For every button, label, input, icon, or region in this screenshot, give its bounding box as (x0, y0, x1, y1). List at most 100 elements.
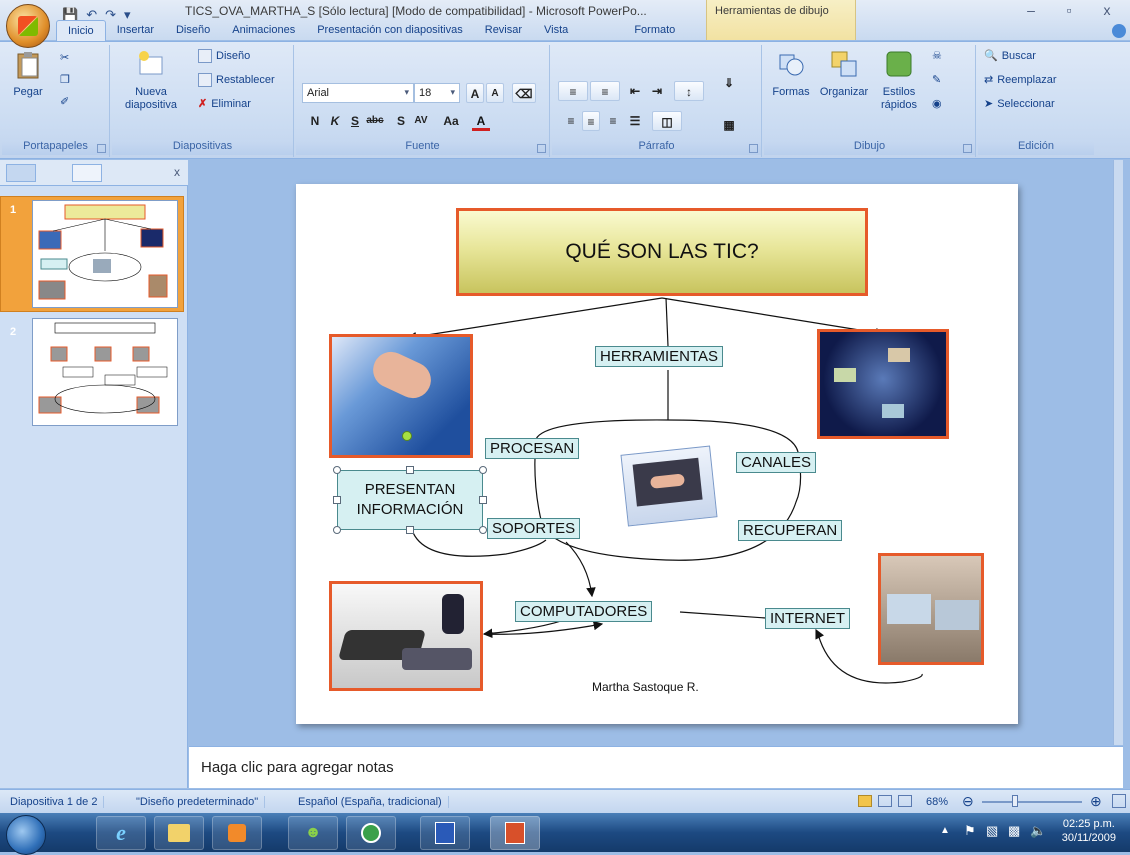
bold-button[interactable]: N (306, 111, 324, 131)
zoom-level[interactable]: 68% (926, 796, 948, 808)
resize-handle[interactable] (479, 526, 487, 534)
help-icon[interactable] (1112, 24, 1126, 38)
zoom-in-icon[interactable]: ⊕ (1090, 793, 1102, 810)
tab-presentacion[interactable]: Presentación con diapositivas (306, 20, 474, 42)
new-slide-button[interactable]: Nueva diapositiva (118, 49, 184, 112)
tab-slides-view[interactable] (6, 164, 36, 182)
globe-network-photo[interactable] (817, 329, 949, 439)
slide-title-box[interactable]: QUÉ SON LAS TIC? (456, 208, 868, 296)
line-spacing-button[interactable]: ↕ (674, 81, 704, 101)
zoom-slider-thumb[interactable] (1012, 795, 1018, 807)
italic-button[interactable]: K (326, 111, 344, 131)
media-taskbar-button[interactable] (212, 816, 262, 850)
theme-name[interactable]: "Diseño predeterminado" (130, 796, 266, 808)
resize-handle[interactable] (406, 526, 414, 534)
char-spacing-button[interactable]: AV (412, 111, 430, 131)
node-recuperan[interactable]: RECUPERAN (738, 520, 843, 541)
clock[interactable]: 02:25 p.m. 30/11/2009 (1062, 817, 1116, 845)
tab-animaciones[interactable]: Animaciones (221, 20, 306, 42)
copy-button[interactable]: ❐ (60, 73, 70, 86)
justify-button[interactable]: ☰ (626, 111, 644, 131)
align-left-button[interactable]: ≡ (562, 111, 580, 131)
dialog-launcher-icon[interactable] (537, 144, 546, 153)
shapes-button[interactable]: Formas (768, 49, 814, 99)
explorer-taskbar-button[interactable] (154, 816, 204, 850)
increase-indent-button[interactable]: ⇥ (648, 81, 666, 101)
cut-button[interactable]: ✂ (60, 51, 69, 64)
delete-slide-button[interactable]: ✗ Eliminar (198, 97, 251, 111)
replace-button[interactable]: ⇄ Reemplazar (984, 73, 1057, 87)
pane-close-icon[interactable]: x (174, 165, 180, 179)
node-soportes[interactable]: SOPORTES (487, 518, 581, 539)
keyboard-photo[interactable] (329, 334, 473, 458)
powerpoint-taskbar-button[interactable] (490, 816, 540, 850)
arrange-button[interactable]: Organizar (816, 49, 872, 99)
find-button[interactable]: 🔍 Buscar (984, 49, 1036, 63)
resize-handle[interactable] (479, 496, 487, 504)
network-icon[interactable]: ▩ (1008, 823, 1020, 839)
grow-font-button[interactable]: A (466, 83, 484, 103)
app-taskbar-button[interactable] (346, 816, 396, 850)
paste-button[interactable]: Pegar (8, 49, 48, 99)
zoom-out-icon[interactable]: ⊖ (962, 793, 974, 810)
node-procesan[interactable]: PROCESAN (485, 438, 580, 459)
resize-handle[interactable] (406, 466, 414, 474)
bullets-button[interactable]: ≡ (558, 81, 588, 101)
dialog-launcher-icon[interactable] (97, 144, 106, 153)
slide-thumbnail-1[interactable] (32, 200, 178, 308)
slide-thumbnail-2[interactable] (32, 318, 178, 426)
resize-handle[interactable] (333, 496, 341, 504)
tab-insertar[interactable]: Insertar (106, 20, 165, 42)
vertical-scrollbar[interactable] (1113, 160, 1123, 745)
restore-button[interactable]: ▫ (1050, 2, 1088, 18)
smartart-button[interactable]: ▦ (720, 115, 738, 135)
control-room-photo[interactable] (878, 553, 984, 665)
shape-fill-button[interactable]: ☠ (932, 49, 942, 62)
shrink-font-button[interactable]: A (486, 83, 504, 103)
change-case-button[interactable]: Aa (442, 111, 460, 131)
slideshow-icon[interactable] (898, 795, 912, 807)
node-presentan-informacion[interactable]: PRESENTAN INFORMACIÓN (337, 470, 483, 530)
align-right-button[interactable]: ≡ (604, 111, 622, 131)
tab-formato[interactable]: Formato (623, 20, 686, 42)
shadow-button[interactable]: S (392, 111, 410, 131)
resize-handle[interactable] (479, 466, 487, 474)
tab-vista[interactable]: Vista (533, 20, 579, 42)
close-button[interactable]: x (1088, 2, 1126, 18)
node-canales[interactable]: CANALES (736, 452, 817, 473)
word-taskbar-button[interactable] (420, 816, 470, 850)
reset-button[interactable]: Restablecer (198, 73, 275, 87)
clear-format-button[interactable]: ⌫ (512, 83, 536, 103)
slide-canvas[interactable]: QUÉ SON LAS TIC? HERRAMIENTAS PROCESAN C… (296, 184, 1018, 724)
resize-handle[interactable] (333, 526, 341, 534)
messenger-taskbar-button[interactable]: ☻ (288, 816, 338, 850)
format-painter-button[interactable]: ✐ (60, 95, 69, 108)
node-internet[interactable]: INTERNET (765, 608, 850, 629)
strikethrough-button[interactable]: abc (366, 111, 384, 131)
tab-outline-view[interactable] (72, 164, 102, 182)
align-center-button[interactable]: ≡ (582, 111, 600, 131)
router-photo[interactable] (329, 581, 483, 691)
node-herramientas[interactable]: HERRAMIENTAS (595, 346, 724, 367)
flag-icon[interactable]: ⚑ (964, 823, 976, 839)
minimize-button[interactable]: – (1012, 2, 1050, 18)
start-button[interactable] (6, 815, 46, 855)
slide-sorter-icon[interactable] (878, 795, 892, 807)
text-direction-button[interactable]: ⇓ (720, 73, 738, 93)
tab-revisar[interactable]: Revisar (474, 20, 533, 42)
font-name-combo[interactable]: Arial ▾ (302, 83, 414, 103)
slide-author[interactable]: Martha Sastoque R. (592, 680, 699, 694)
dialog-launcher-icon[interactable] (963, 144, 972, 153)
normal-view-icon[interactable] (858, 795, 872, 807)
node-computadores[interactable]: COMPUTADORES (515, 601, 653, 622)
quick-styles-button[interactable]: Estilos rápidos (874, 49, 924, 112)
dialog-launcher-icon[interactable] (749, 144, 758, 153)
columns-button[interactable]: ◫ (652, 111, 682, 131)
select-button[interactable]: ➤ Seleccionar (984, 97, 1055, 111)
shape-effects-button[interactable]: ◉ (932, 97, 942, 110)
volume-icon[interactable]: 🔈 (1030, 823, 1046, 839)
font-size-combo[interactable]: 18 ▾ (414, 83, 460, 103)
zoom-slider-track[interactable] (982, 801, 1082, 803)
office-button[interactable] (6, 4, 50, 48)
numbering-button[interactable]: ≡ (590, 81, 620, 101)
